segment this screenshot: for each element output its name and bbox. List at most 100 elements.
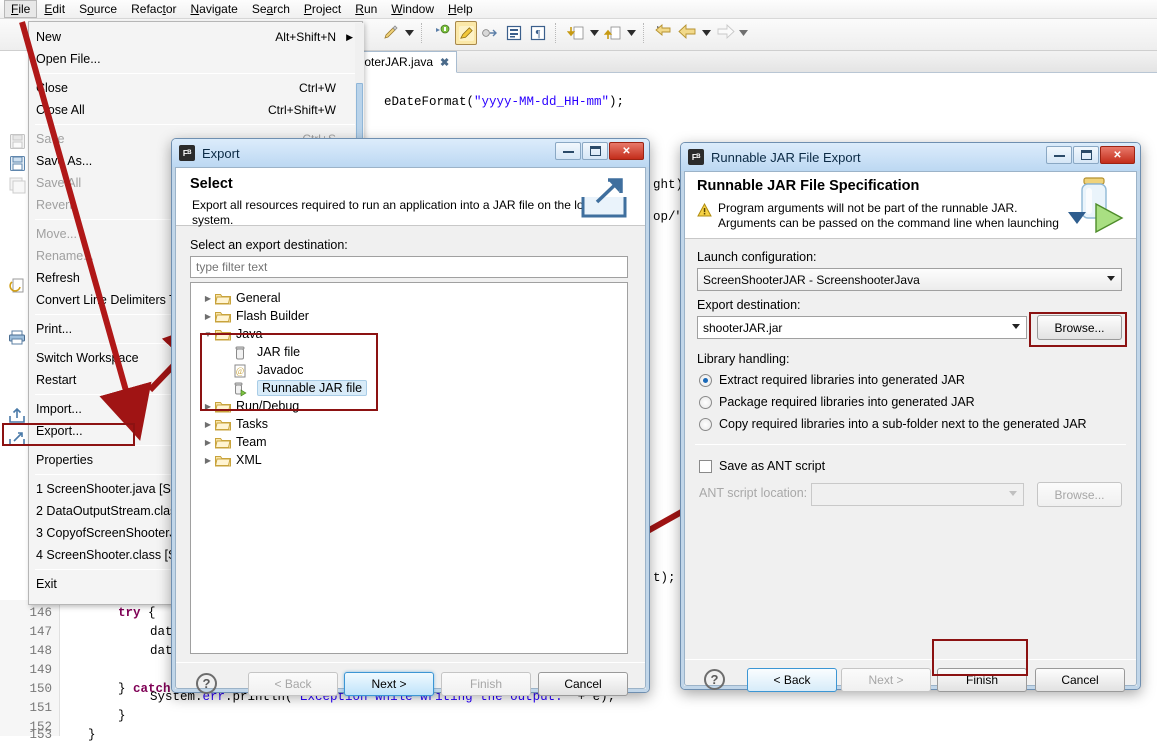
menu-item-label: Switch Workspace [36,351,139,365]
chevron-right-icon[interactable]: ▶ [201,456,215,465]
runnable-jar-dialog-title: Runnable JAR File Export [711,149,861,165]
chevron-right-icon[interactable]: ▶ [201,312,215,321]
next-button: Next > [841,668,931,692]
show-source-icon[interactable] [503,21,525,45]
chevron-right-icon[interactable]: ▶ [201,420,215,429]
minimize-button[interactable] [555,142,581,160]
menu-item-close-all[interactable]: Close All Ctrl+Shift+W [29,99,362,121]
finish-button: Finish [441,672,531,696]
export-dialog-titlebar[interactable]: FB Export ✕ [172,139,649,167]
export-destination-combo[interactable]: shooterJAR.jar [697,316,1027,339]
menu-item-accel: Alt+Shift+N [275,30,336,44]
menu-item-close[interactable]: Close Ctrl+W [29,77,362,99]
code-fragment-3: op/" [653,210,684,224]
chevron-down-icon[interactable] [1012,324,1020,329]
pencil-edit-icon[interactable] [380,21,402,45]
help-button[interactable]: ? [196,673,217,694]
chevron-down-icon[interactable] [1107,276,1115,281]
chevron-right-icon[interactable]: ▶ [201,294,215,303]
tree-node-team[interactable]: ▶ Team [201,433,267,451]
tree-node-label: Tasks [236,417,268,431]
cancel-button[interactable]: Cancel [1035,668,1125,692]
runnable-jar-dialog-titlebar[interactable]: FB Runnable JAR File Export ✕ [681,143,1140,171]
tree-node-label: Flash Builder [236,309,309,323]
tree-node-general[interactable]: ▶ General [201,289,281,307]
library-handling-label: Library handling: [697,352,790,366]
chevron-right-icon[interactable]: ▶ [201,438,215,447]
menu-edit[interactable]: Edit [37,0,72,18]
menu-project[interactable]: Project [297,0,348,18]
next-button[interactable]: Next > [344,672,434,696]
step-into-icon[interactable] [479,21,501,45]
checkbox-icon[interactable] [699,459,712,473]
close-icon[interactable]: ✖ [440,56,449,69]
code-line-146: try { [118,606,156,620]
tree-node-tasks[interactable]: ▶ Tasks [201,415,268,433]
line-number: 153 [29,728,52,742]
maximize-button[interactable] [582,142,608,160]
launch-configuration-combo[interactable]: ScreenShooterJAR - ScreenshooterJava [697,268,1122,291]
menu-item-label: Properties [36,453,93,467]
menu-file[interactable]: FFileile [4,0,38,18]
toolbar-separator-3 [643,23,647,43]
menu-navigate[interactable]: Navigate [183,0,244,18]
toggle-breakpoint-icon[interactable] [431,21,453,45]
code-fragment-4: t); [653,571,676,585]
menu-item-open-file[interactable]: Open File... [29,48,362,70]
maximize-button[interactable] [1073,146,1099,164]
close-icon: ✕ [1113,149,1122,161]
menu-run[interactable]: Run [348,0,384,18]
menu-item-label: Revert [36,198,73,212]
last-edit-location-icon[interactable] [653,21,675,45]
checkbox-save-as-ant-script[interactable]: Save as ANT script [699,459,825,473]
forward-arrow-icon [714,21,736,45]
cancel-button[interactable]: Cancel [538,672,628,696]
menu-source[interactable]: Source [72,0,124,18]
help-button[interactable]: ? [704,669,725,690]
editor-tabstrip [340,51,1157,73]
close-button[interactable]: ✕ [609,142,644,160]
radio-package-libraries[interactable]: Package required libraries into generate… [699,395,975,409]
radio-copy-libraries[interactable]: Copy required libraries into a sub-folde… [699,417,1087,431]
radio-icon[interactable] [699,417,712,431]
chevron-down-icon-3[interactable] [626,22,637,44]
menu-help[interactable]: Help [441,0,480,18]
radio-label: Extract required libraries into generate… [719,373,965,387]
menu-item-label: Rename... [36,249,94,263]
window-buttons: ✕ [1046,146,1135,164]
filter-input[interactable] [190,256,628,278]
menu-refactor[interactable]: Refactor [124,0,183,18]
chevron-down-icon-1[interactable] [404,22,415,44]
chevron-down-icon-4[interactable] [701,22,712,44]
chevron-down-icon-2[interactable] [589,22,600,44]
next-annotation-icon[interactable] [565,21,587,45]
line-number: 150 [29,682,52,696]
line-number: 147 [29,625,52,639]
tree-node-flash-builder[interactable]: ▶ Flash Builder [201,307,309,325]
code-fragment-2: ght) [653,178,684,192]
radio-icon[interactable] [699,395,712,409]
chevron-down-icon-5[interactable] [738,22,749,44]
toolbar-icon-group: ¶ [380,21,749,45]
menu-search[interactable]: Search [245,0,297,18]
refresh-icon [6,274,28,296]
close-button[interactable]: ✕ [1100,146,1135,164]
code-line-148: dat [150,644,173,658]
previous-annotation-icon[interactable] [602,21,624,45]
export-dialog[interactable]: FB Export ✕ Select Export all resources … [171,138,650,696]
highlight-marker-icon[interactable] [455,21,477,45]
menu-item-new[interactable]: New Alt+Shift+N ▶ [29,26,362,48]
tree-node-label: Team [236,435,267,449]
minimize-button[interactable] [1046,146,1072,164]
export-dialog-heading: Select [190,176,233,192]
tree-node-xml[interactable]: ▶ XML [201,451,262,469]
back-arrow-icon[interactable] [677,21,699,45]
show-whitespace-icon[interactable]: ¶ [527,21,549,45]
runnable-jar-export-dialog[interactable]: FB Runnable JAR File Export ✕ Runnable J… [680,142,1141,692]
ant-browse-button: Browse... [1037,482,1122,507]
radio-icon[interactable] [699,373,712,387]
back-button[interactable]: < Back [747,668,837,692]
menu-item-label: 2 DataOutputStream.class [36,504,183,518]
menu-window[interactable]: Window [384,0,441,18]
radio-extract-libraries[interactable]: Extract required libraries into generate… [699,373,965,387]
